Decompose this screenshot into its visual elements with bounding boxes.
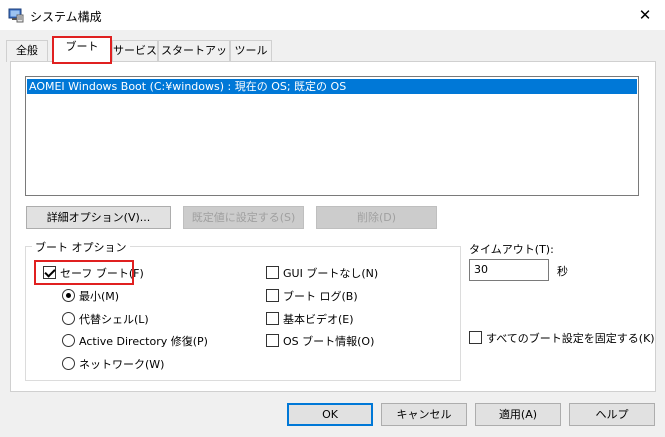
checkbox-unchecked-icon [266, 266, 279, 279]
boot-log-label: ブート ログ(B) [283, 290, 358, 303]
timeout-unit: 秒 [557, 265, 568, 278]
radio-unselected-icon [62, 312, 75, 325]
timeout-input[interactable]: 30 [469, 259, 549, 281]
system-config-icon [8, 8, 24, 23]
window-title: システム構成 [30, 10, 102, 24]
cancel-button[interactable]: キャンセル [381, 403, 467, 426]
apply-button[interactable]: 適用(A) [475, 403, 561, 426]
radio-network[interactable]: ネットワーク(W) [62, 357, 164, 372]
radio-alternate-shell-label: 代替シェル(L) [79, 313, 149, 326]
advanced-options-button[interactable]: 詳細オプション(V)... [26, 206, 171, 229]
delete-button[interactable]: 削除(D) [316, 206, 437, 229]
close-button[interactable]: ✕ [633, 4, 657, 26]
radio-unselected-icon [62, 357, 75, 370]
no-gui-boot-label: GUI ブートなし(N) [283, 267, 379, 280]
radio-active-directory-repair[interactable]: Active Directory 修復(P) [62, 334, 208, 349]
radio-network-label: ネットワーク(W) [79, 358, 165, 371]
make-permanent-label: すべてのブート設定を固定する(K) [486, 332, 655, 345]
tab-services[interactable]: サービス [112, 40, 158, 62]
timeout-label: タイムアウト(T): [469, 243, 554, 256]
radio-ad-repair-label: Active Directory 修復(P) [79, 335, 208, 348]
os-boot-info-label: OS ブート情報(O) [283, 335, 375, 348]
radio-selected-icon [62, 289, 75, 302]
title-bar: システム構成 ✕ [0, 0, 665, 30]
checkbox-unchecked-icon [469, 331, 482, 344]
safe-boot-label: セーフ ブート(F) [60, 267, 144, 280]
base-video-checkbox[interactable]: 基本ビデオ(E) [266, 312, 354, 327]
boot-log-checkbox[interactable]: ブート ログ(B) [266, 289, 358, 304]
tab-startup[interactable]: スタートアップ [158, 40, 230, 77]
help-button[interactable]: ヘルプ [569, 403, 655, 426]
tab-tools[interactable]: ツール [230, 40, 272, 62]
tab-general[interactable]: 全般 [6, 40, 48, 62]
os-list[interactable]: AOMEI Windows Boot (C:¥windows) : 現在の OS… [25, 76, 639, 196]
base-video-label: 基本ビデオ(E) [283, 313, 354, 326]
boot-options-label: ブート オプション [32, 239, 130, 255]
radio-minimal-label: 最小(M) [79, 290, 120, 303]
make-permanent-checkbox[interactable]: すべてのブート設定を固定する(K) [469, 331, 655, 346]
tab-boot[interactable]: ブート [52, 36, 112, 63]
checkbox-checked-icon [43, 266, 56, 279]
no-gui-boot-checkbox[interactable]: GUI ブートなし(N) [266, 266, 378, 281]
checkbox-unchecked-icon [266, 312, 279, 325]
ok-button[interactable]: OK [287, 403, 373, 426]
checkbox-unchecked-icon [266, 289, 279, 302]
radio-unselected-icon [62, 334, 75, 347]
os-boot-info-checkbox[interactable]: OS ブート情報(O) [266, 334, 374, 349]
safe-boot-checkbox[interactable]: セーフ ブート(F) [43, 266, 144, 281]
os-list-item[interactable]: AOMEI Windows Boot (C:¥windows) : 現在の OS… [27, 79, 637, 94]
checkbox-unchecked-icon [266, 334, 279, 347]
close-icon: ✕ [638, 6, 652, 24]
set-default-button[interactable]: 既定値に設定する(S) [183, 206, 304, 229]
radio-minimal[interactable]: 最小(M) [62, 289, 119, 304]
radio-alternate-shell[interactable]: 代替シェル(L) [62, 312, 149, 327]
